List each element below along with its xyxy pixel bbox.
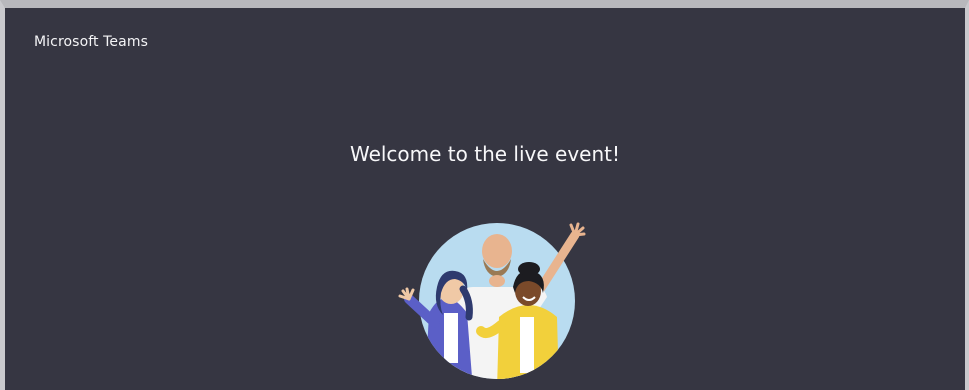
- welcome-heading: Welcome to the live event!: [349, 142, 621, 166]
- people-waving-illustration: [398, 222, 586, 379]
- app-title: Microsoft Teams: [34, 34, 148, 50]
- teams-window: Microsoft Teams Welcome to the live even…: [5, 8, 965, 390]
